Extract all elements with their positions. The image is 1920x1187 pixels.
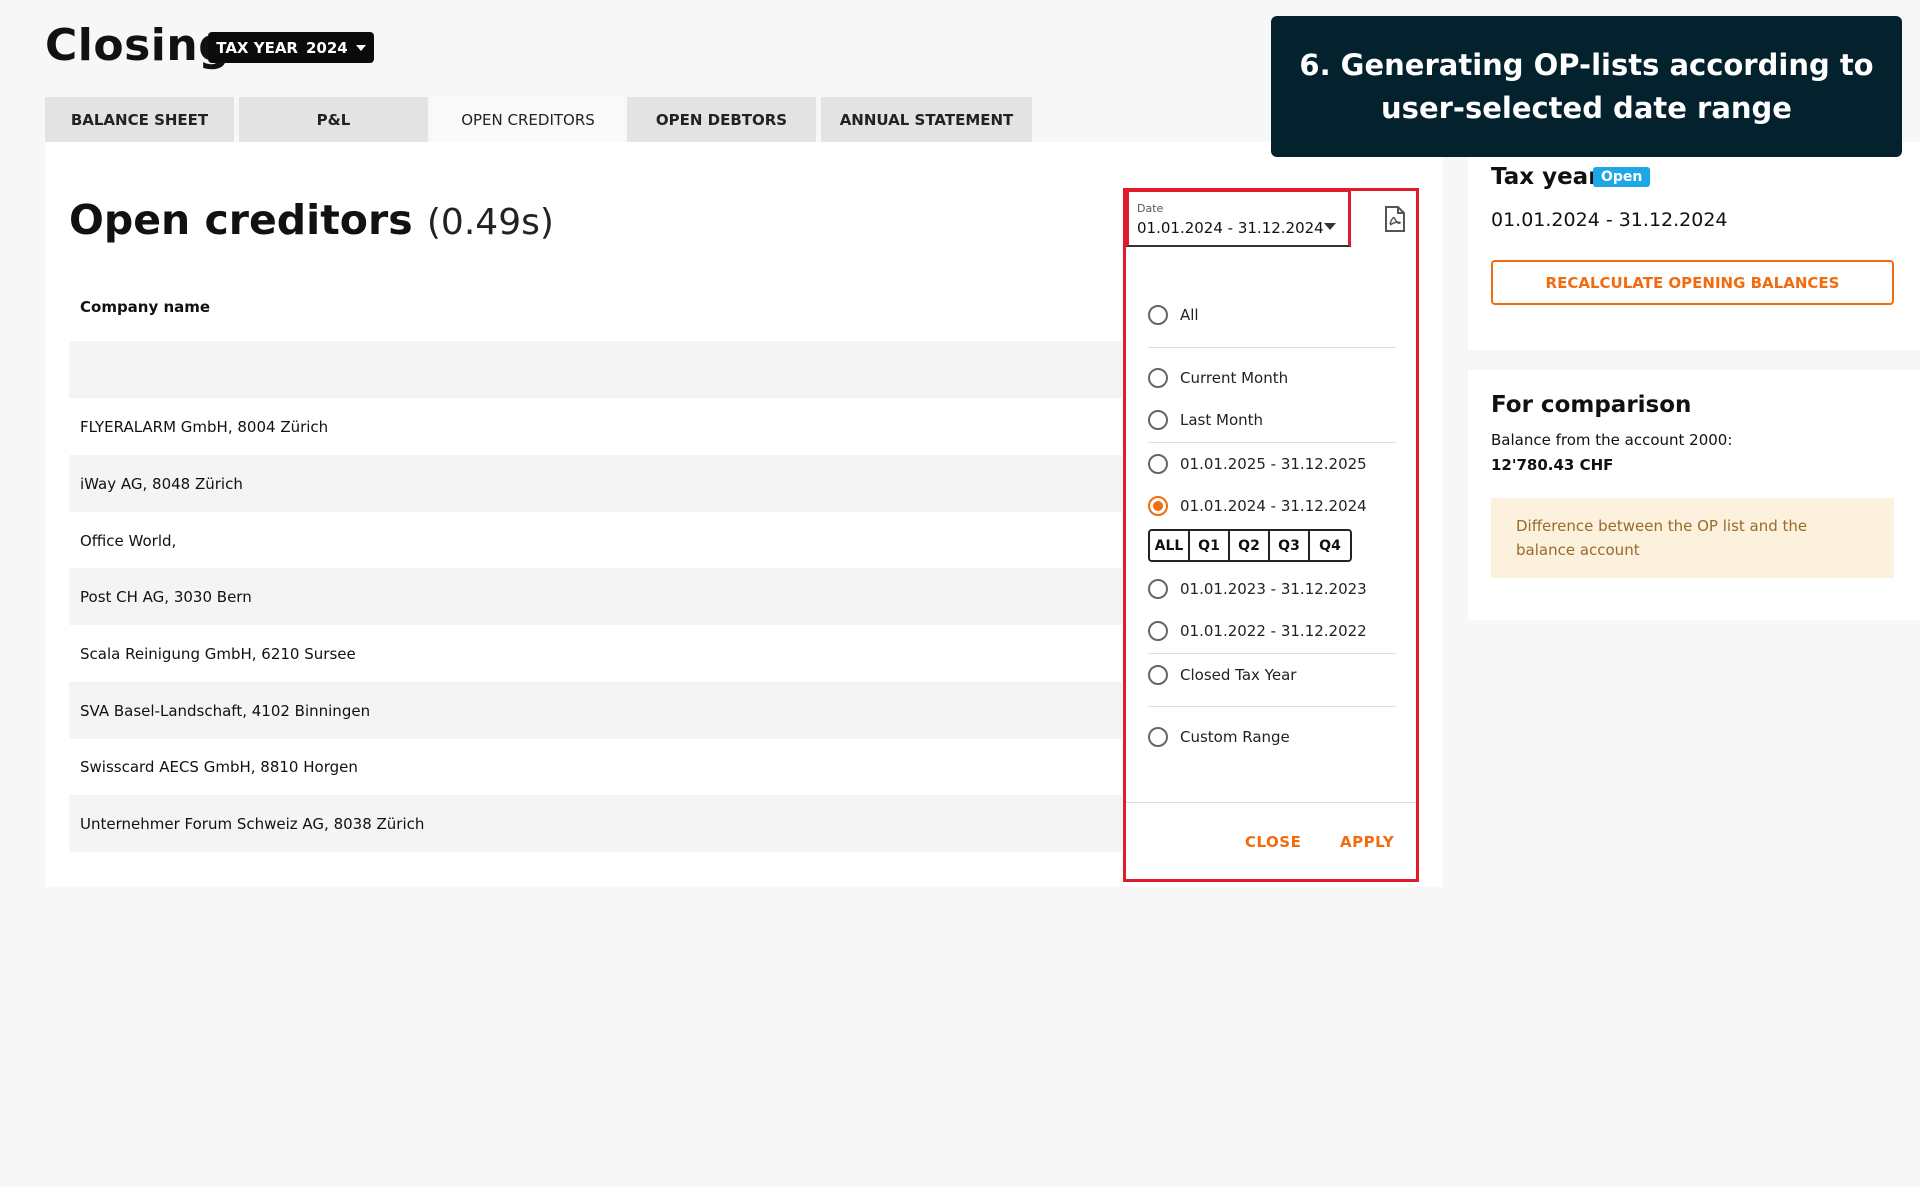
- date-option-closed-tax-year[interactable]: Closed Tax Year: [1148, 660, 1296, 690]
- date-option-2022[interactable]: 01.01.2022 - 31.12.2022: [1148, 616, 1367, 646]
- date-option-2024[interactable]: 01.01.2024 - 31.12.2024: [1148, 491, 1367, 521]
- company-name: SVA Basel-Landschaft, 4102 Binningen: [80, 701, 371, 720]
- main-heading: Open creditors (0.49s): [69, 196, 554, 244]
- date-option-current-month[interactable]: Current Month: [1148, 363, 1288, 393]
- table-row[interactable]: FLYERALARM GmbH, 8004 Zürich: [69, 398, 1122, 455]
- option-label: Closed Tax Year: [1180, 666, 1297, 684]
- caret-down-icon: [355, 44, 366, 51]
- date-option-custom-range[interactable]: Custom Range: [1148, 722, 1290, 752]
- date-range-select[interactable]: Date 01.01.2024 - 31.12.2024: [1126, 189, 1351, 247]
- tax-year-title: Tax year: [1491, 164, 1600, 190]
- quarter-all-button[interactable]: ALL: [1150, 531, 1190, 560]
- quarter-q2-button[interactable]: Q2: [1230, 531, 1270, 560]
- apply-button[interactable]: APPLY: [1340, 833, 1394, 851]
- quarter-selector: ALL Q1 Q2 Q3 Q4: [1148, 529, 1352, 562]
- tax-year-range: 01.01.2024 - 31.12.2024: [1491, 209, 1728, 231]
- option-label: 01.01.2022 - 31.12.2022: [1180, 622, 1367, 640]
- table-row[interactable]: SVA Basel-Landschaft, 4102 Binningen: [69, 682, 1122, 739]
- company-name: iWay AG, 8048 Zürich: [80, 474, 243, 493]
- tab-balance-sheet[interactable]: BALANCE SHEET: [45, 97, 234, 142]
- table-row[interactable]: Post CH AG, 3030 Bern: [69, 568, 1122, 625]
- status-badge: Open: [1593, 167, 1651, 187]
- comparison-value: 12'780.43 CHF: [1491, 456, 1614, 474]
- quarter-q3-button[interactable]: Q3: [1270, 531, 1310, 560]
- quarter-q1-button[interactable]: Q1: [1190, 531, 1230, 560]
- radio-icon: [1148, 579, 1168, 599]
- page-title: Closing: [45, 20, 231, 71]
- option-label: Current Month: [1180, 369, 1289, 387]
- date-option-all[interactable]: All: [1148, 300, 1199, 330]
- tax-year-label: TAX YEAR: [216, 38, 298, 57]
- company-name: Scala Reinigung GmbH, 6210 Sursee: [80, 644, 356, 663]
- option-label: All: [1180, 306, 1199, 324]
- recalculate-opening-balances-button[interactable]: RECALCULATE OPENING BALANCES: [1491, 260, 1894, 305]
- divider: [1148, 706, 1396, 707]
- option-label: Last Month: [1180, 411, 1264, 429]
- divider: [1148, 347, 1396, 348]
- tax-year-value: 2024: [305, 38, 348, 57]
- company-name: Office World,: [80, 531, 177, 550]
- divider: [1148, 653, 1396, 654]
- divider: [1126, 802, 1416, 803]
- table-row[interactable]: Unternehmer Forum Schweiz AG, 8038 Züric…: [69, 795, 1122, 852]
- date-select-value: 01.01.2024 - 31.12.2024: [1137, 219, 1324, 237]
- option-label: 01.01.2025 - 31.12.2025: [1180, 455, 1367, 473]
- tab-annual-statement[interactable]: ANNUAL STATEMENT: [821, 97, 1032, 142]
- radio-icon: [1148, 665, 1168, 685]
- caret-down-icon: [1324, 223, 1336, 230]
- option-label: 01.01.2023 - 31.12.2023: [1180, 580, 1367, 598]
- date-option-2025[interactable]: 01.01.2025 - 31.12.2025: [1148, 449, 1367, 479]
- tab-open-creditors[interactable]: OPEN CREDITORS: [433, 97, 623, 142]
- difference-note: Difference between the OP list and the b…: [1491, 498, 1894, 578]
- option-label: 01.01.2024 - 31.12.2024: [1180, 497, 1367, 515]
- radio-selected-icon: [1148, 496, 1168, 516]
- column-header-company-name[interactable]: Company name: [80, 298, 210, 316]
- radio-icon: [1148, 410, 1168, 430]
- option-label: Custom Range: [1180, 728, 1290, 746]
- radio-icon: [1148, 621, 1168, 641]
- tab-pl[interactable]: P&L: [239, 97, 428, 142]
- table-row[interactable]: Office World,: [69, 512, 1122, 569]
- date-option-2023[interactable]: 01.01.2023 - 31.12.2023: [1148, 574, 1367, 604]
- date-select-label: Date: [1137, 202, 1164, 215]
- table-row[interactable]: [69, 341, 1122, 398]
- radio-icon: [1148, 727, 1168, 747]
- load-time: (0.49s): [426, 202, 554, 243]
- quarter-q4-button[interactable]: Q4: [1310, 531, 1350, 560]
- radio-icon: [1148, 454, 1168, 474]
- company-name: FLYERALARM GmbH, 8004 Zürich: [80, 417, 329, 436]
- tax-year-dropdown[interactable]: TAX YEAR 2024: [208, 32, 374, 63]
- table-row[interactable]: iWay AG, 8048 Zürich: [69, 455, 1122, 512]
- table-row[interactable]: Swisscard AECS GmbH, 8810 Horgen: [69, 738, 1122, 795]
- radio-icon: [1148, 305, 1168, 325]
- date-option-last-month[interactable]: Last Month: [1148, 405, 1263, 435]
- comparison-title: For comparison: [1491, 392, 1692, 418]
- main-heading-text: Open creditors: [69, 196, 413, 244]
- close-button[interactable]: CLOSE: [1245, 833, 1301, 851]
- tutorial-tooltip: 6. Generating OP-lists according to user…: [1271, 16, 1902, 157]
- company-name: Unternehmer Forum Schweiz AG, 8038 Züric…: [80, 814, 425, 833]
- divider: [1148, 442, 1396, 443]
- table-row[interactable]: Scala Reinigung GmbH, 6210 Sursee: [69, 625, 1122, 682]
- company-name: Swisscard AECS GmbH, 8810 Horgen: [80, 757, 358, 776]
- tab-open-debtors[interactable]: OPEN DEBTORS: [627, 97, 816, 142]
- radio-icon: [1148, 368, 1168, 388]
- pdf-export-icon[interactable]: [1384, 206, 1406, 232]
- comparison-description: Balance from the account 2000:: [1491, 431, 1733, 449]
- company-name: Post CH AG, 3030 Bern: [80, 587, 252, 606]
